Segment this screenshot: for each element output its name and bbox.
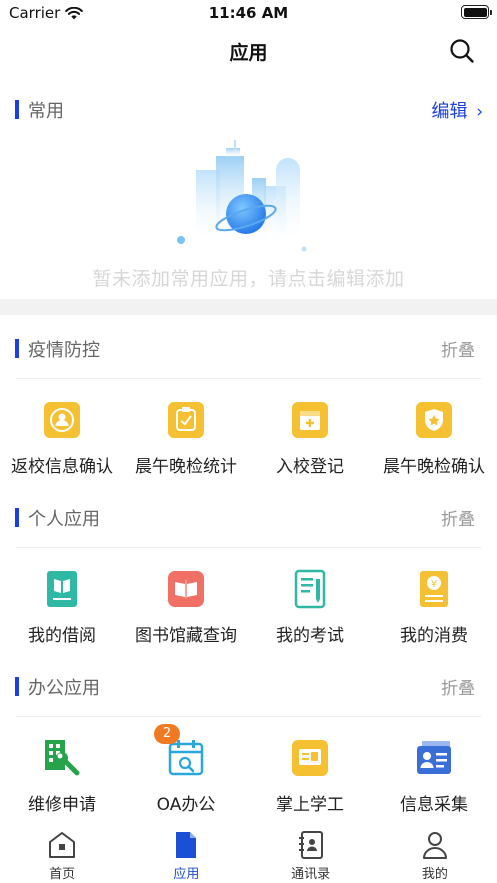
- app-info-collection[interactable]: 信息采集: [372, 738, 496, 828]
- app-label: 我的考试: [276, 626, 344, 646]
- search-icon[interactable]: [449, 38, 475, 64]
- student-work-icon: [292, 740, 328, 776]
- profile-icon: [422, 832, 447, 859]
- battery-icon: [461, 5, 492, 19]
- app-student-work[interactable]: 掌上学工: [248, 738, 372, 828]
- office-section-title: 办公应用: [28, 678, 100, 699]
- nav-bar: 应用: [0, 26, 497, 76]
- id-card-icon: [417, 741, 451, 774]
- personal-app-row: 我的借阅 图书馆藏查询 我的考试 ¥ 我的消费: [0, 569, 497, 659]
- app-return-school[interactable]: 返校信息确认: [0, 400, 124, 490]
- app-my-exams[interactable]: 我的考试: [248, 569, 372, 659]
- exam-icon: [294, 569, 326, 609]
- library-icon: [168, 571, 204, 607]
- book-icon: [47, 571, 77, 607]
- page-title: 应用: [229, 42, 268, 64]
- tab-label: 我的: [421, 867, 448, 882]
- app-my-borrowing[interactable]: 我的借阅: [0, 569, 124, 659]
- office-section-header: 办公应用 折叠: [0, 671, 497, 701]
- tab-apps[interactable]: 应用: [124, 825, 248, 883]
- app-label: 晨午晚检确认: [383, 457, 485, 477]
- edit-label: 编辑: [431, 101, 468, 122]
- app-enter-school[interactable]: 入校登记: [248, 400, 372, 490]
- office-app-row: 维修申请 2 OA办公 掌上学工 信息采集: [0, 724, 497, 828]
- tab-label: 通讯录: [291, 867, 331, 882]
- status-bar: Carrier 11:46 AM: [0, 0, 497, 26]
- apps-icon: [176, 832, 197, 858]
- common-section-header: 常用 编辑 ›: [0, 94, 497, 124]
- status-time: 11:46 AM: [208, 4, 289, 22]
- tab-label: 首页: [49, 867, 76, 882]
- calendar-icon: [168, 740, 204, 776]
- epidemic-section-header: 疫情防控 折叠: [0, 333, 497, 363]
- edit-button[interactable]: 编辑 ›: [431, 97, 483, 123]
- divider: [16, 716, 481, 717]
- tab-label: 应用: [173, 867, 200, 882]
- home-icon: [49, 832, 76, 858]
- app-label: 入校登记: [276, 457, 344, 477]
- app-label: 维修申请: [28, 795, 96, 815]
- tab-home[interactable]: 首页: [0, 825, 124, 883]
- app-repair-request[interactable]: 维修申请: [0, 738, 124, 828]
- section-marker: [15, 508, 19, 527]
- common-section-title: 常用: [28, 101, 64, 122]
- collapse-button[interactable]: 折叠: [441, 336, 475, 361]
- checkup-confirm-icon: [416, 402, 452, 438]
- section-marker: [15, 339, 19, 358]
- section-marker: [15, 677, 19, 696]
- app-checkup-confirm[interactable]: 晨午晚检确认: [372, 400, 496, 490]
- app-label: 掌上学工: [276, 795, 344, 815]
- personal-section-title: 个人应用: [28, 509, 100, 530]
- app-label: 图书馆藏查询: [135, 626, 237, 646]
- empty-hint-text: 暂未添加常用应用，请点击编辑添加: [92, 268, 405, 290]
- enter-school-icon: [292, 402, 328, 438]
- app-label: 晨午晚检统计: [135, 457, 237, 477]
- app-library-search[interactable]: 图书馆藏查询: [124, 569, 248, 659]
- app-label: 我的借阅: [28, 626, 96, 646]
- epidemic-app-row: 返校信息确认 晨午晚检统计 入校登记 晨午晚检确认: [0, 400, 497, 490]
- app-label: 信息采集: [400, 795, 468, 815]
- tab-contacts[interactable]: 通讯录: [249, 825, 373, 883]
- chevron-right-icon: ›: [476, 102, 483, 122]
- contacts-icon: [298, 831, 323, 859]
- checkup-stats-icon: [168, 402, 204, 438]
- wallet-icon: ¥: [420, 571, 448, 607]
- app-my-spending[interactable]: ¥ 我的消费: [372, 569, 496, 659]
- return-school-icon: [44, 402, 80, 438]
- collapse-button[interactable]: 折叠: [441, 505, 475, 530]
- repair-icon: [45, 740, 80, 776]
- section-marker: [15, 100, 19, 119]
- app-label: OA办公: [156, 795, 216, 815]
- notification-badge: 2: [154, 724, 180, 744]
- personal-section-header: 个人应用 折叠: [0, 502, 497, 532]
- app-checkup-stats[interactable]: 晨午晚检统计: [124, 400, 248, 490]
- svg-text:¥: ¥: [431, 579, 437, 590]
- tab-profile[interactable]: 我的: [373, 825, 497, 883]
- app-label: 我的消费: [400, 626, 468, 646]
- collapse-button[interactable]: 折叠: [441, 674, 475, 699]
- app-label: 返校信息确认: [11, 457, 113, 477]
- bottom-tab-bar: 首页 应用 通讯录 我的: [0, 825, 497, 883]
- divider: [16, 378, 481, 379]
- app-oa-office[interactable]: 2 OA办公: [124, 724, 248, 828]
- empty-city-illustration: [177, 140, 307, 252]
- epidemic-section-title: 疫情防控: [28, 340, 100, 361]
- section-gap: [0, 299, 497, 315]
- divider: [16, 547, 481, 548]
